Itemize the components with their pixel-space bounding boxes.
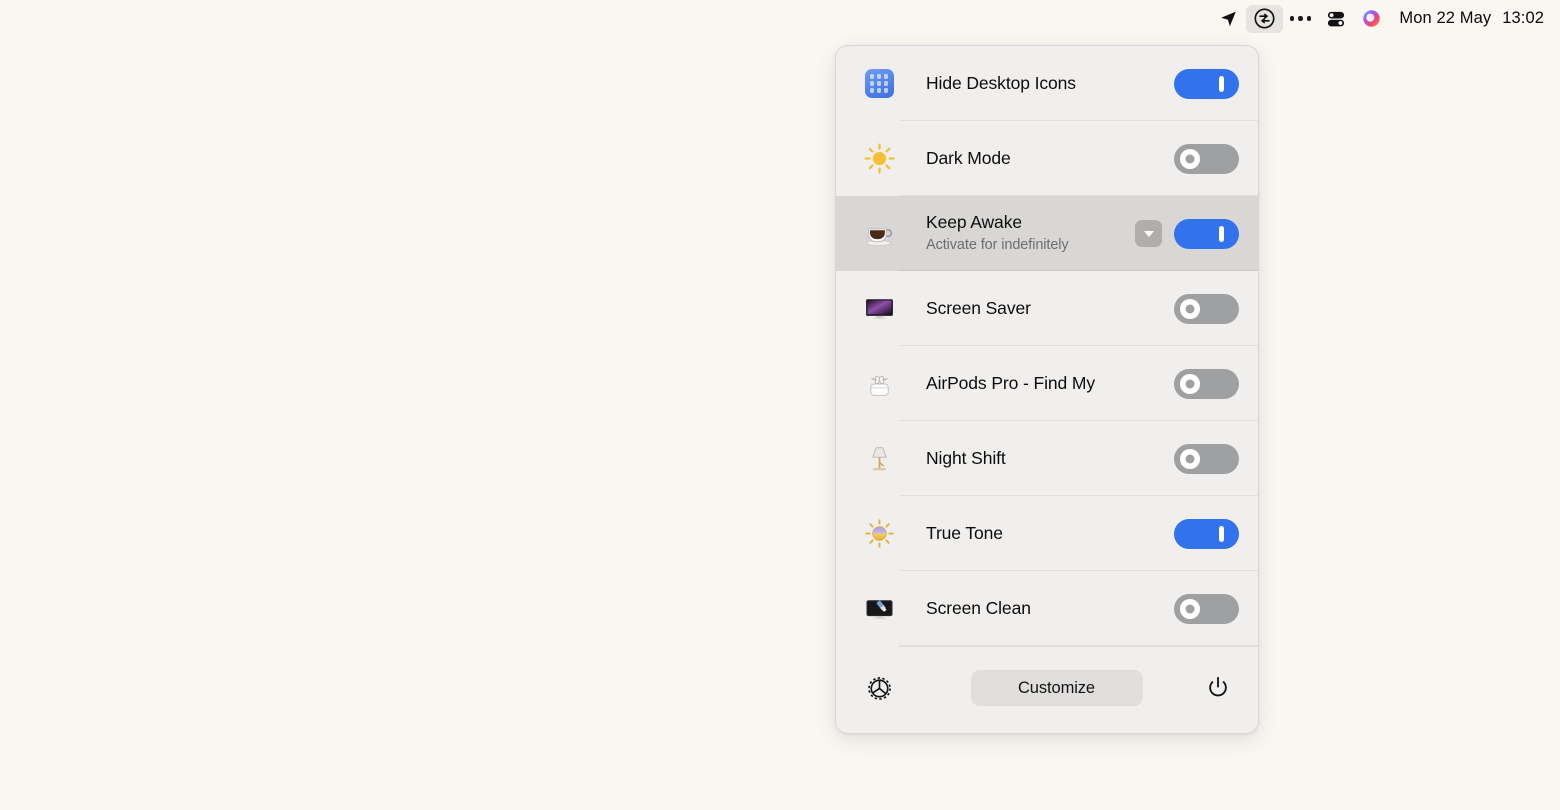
- toggle-screen-saver[interactable]: [1174, 293, 1239, 324]
- customize-wrap: Customize: [900, 670, 1197, 706]
- toggle-screen-clean[interactable]: [1174, 593, 1239, 624]
- location-arrow-icon[interactable]: [1211, 5, 1246, 33]
- row-title: Screen Saver: [926, 298, 1031, 318]
- more-dots-glyph: [1289, 16, 1312, 21]
- footer-divider: [899, 646, 1258, 647]
- row-title: Screen Clean: [926, 598, 1031, 618]
- toggle-night-shift[interactable]: [1174, 443, 1239, 474]
- row-labels: AirPods Pro - Find My: [900, 373, 1174, 394]
- toggle-airpods-pro-find-my[interactable]: [1174, 368, 1239, 399]
- row-keep-awake[interactable]: Keep Awake Activate for indefinitely: [836, 196, 1258, 271]
- row-hide-desktop-icons[interactable]: Hide Desktop Icons: [836, 46, 1258, 121]
- toggle-keep-awake[interactable]: [1174, 218, 1239, 249]
- power-icon[interactable]: [1197, 674, 1239, 702]
- chevron-down-icon[interactable]: [1135, 220, 1162, 247]
- row-title: Hide Desktop Icons: [926, 73, 1076, 93]
- menu-bar-date: Mon 22 May: [1399, 9, 1492, 27]
- launchpad-icon: [858, 69, 900, 98]
- coffee-cup-icon: [858, 217, 900, 250]
- row-title: Dark Mode: [926, 148, 1011, 168]
- one-switch-panel: Hide Desktop Icons Dark Mode Keep Awake …: [835, 45, 1259, 734]
- airpods-icon: [858, 367, 900, 400]
- row-airpods-pro-find-my[interactable]: AirPods Pro - Find My: [836, 346, 1258, 421]
- row-controls: [1174, 143, 1239, 174]
- row-title: True Tone: [926, 523, 1003, 543]
- row-controls: [1174, 68, 1239, 99]
- row-labels: Night Shift: [900, 448, 1174, 469]
- row-labels: True Tone: [900, 523, 1174, 544]
- row-night-shift[interactable]: Night Shift: [836, 421, 1258, 496]
- menu-bar: Mon 22 May 13:02: [0, 0, 1560, 37]
- control-center-icon[interactable]: [1318, 5, 1354, 33]
- row-controls: [1174, 518, 1239, 549]
- row-controls: [1174, 593, 1239, 624]
- row-controls: [1174, 293, 1239, 324]
- more-dots-icon[interactable]: [1283, 5, 1319, 33]
- row-title: AirPods Pro - Find My: [926, 373, 1096, 393]
- row-dark-mode[interactable]: Dark Mode: [836, 121, 1258, 196]
- display-screensaver-icon: [858, 292, 900, 325]
- row-title: Keep Awake: [926, 212, 1022, 233]
- toggle-true-tone[interactable]: [1174, 518, 1239, 549]
- row-controls: [1174, 368, 1239, 399]
- sun-icon: [858, 142, 900, 175]
- row-labels: Hide Desktop Icons: [900, 73, 1174, 94]
- menu-bar-time: 13:02: [1502, 9, 1544, 27]
- row-labels: Keep Awake Activate for indefinitely: [900, 212, 1135, 254]
- row-labels: Dark Mode: [900, 148, 1174, 169]
- row-labels: Screen Clean: [900, 598, 1174, 619]
- true-tone-sun-icon: [858, 517, 900, 550]
- desk-lamp-icon: [858, 442, 900, 475]
- menu-bar-clock[interactable]: Mon 22 May 13:02: [1389, 9, 1546, 28]
- customize-button[interactable]: Customize: [970, 670, 1143, 706]
- siri-icon[interactable]: [1354, 5, 1389, 33]
- toggle-hide-desktop-icons[interactable]: [1174, 68, 1239, 99]
- panel-footer: Customize: [836, 646, 1258, 730]
- toggle-dark-mode[interactable]: [1174, 143, 1239, 174]
- row-title: Night Shift: [926, 448, 1006, 468]
- row-labels: Screen Saver: [900, 298, 1174, 319]
- row-screen-clean[interactable]: Screen Clean: [836, 571, 1258, 646]
- gear-icon[interactable]: [858, 672, 900, 705]
- row-true-tone[interactable]: True Tone: [836, 496, 1258, 571]
- monitor-brush-icon: [858, 592, 900, 625]
- row-controls: [1174, 443, 1239, 474]
- row-subtitle: Activate for indefinitely: [926, 237, 1069, 254]
- one-switch-icon[interactable]: [1245, 4, 1283, 33]
- row-controls: [1135, 218, 1239, 249]
- row-screen-saver[interactable]: Screen Saver: [836, 271, 1258, 346]
